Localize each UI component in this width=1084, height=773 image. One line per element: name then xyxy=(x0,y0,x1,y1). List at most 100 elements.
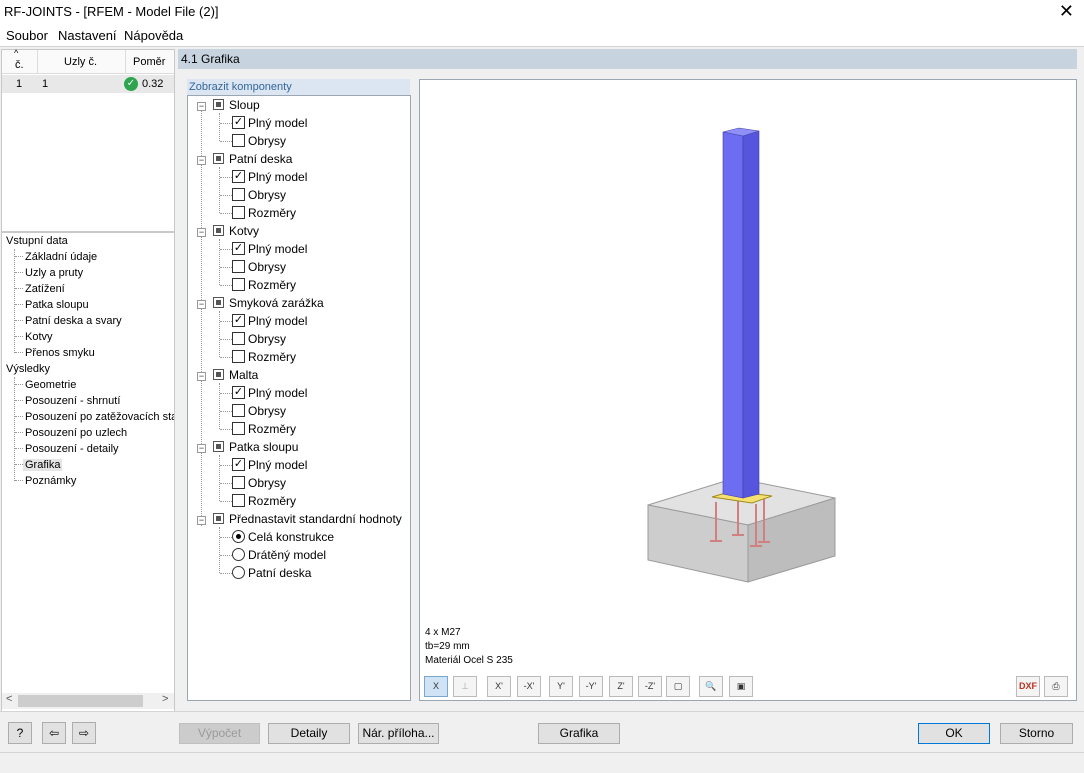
view-iso-button[interactable]: ▢ xyxy=(666,676,690,697)
view-plus-y-button[interactable]: Y' xyxy=(549,676,573,697)
nav-item-posouzeni-shrnuti[interactable]: Posouzení - shrnutí xyxy=(25,395,120,407)
checkbox-malta-plny[interactable]: ✓ xyxy=(232,386,245,399)
tree-branch xyxy=(15,288,23,289)
nav-item-prenos-smyku[interactable]: Přenos smyku xyxy=(25,347,95,359)
view-minus-x-button[interactable]: -X' xyxy=(517,676,541,697)
previous-button[interactable]: ⇦ xyxy=(42,722,66,744)
group-malta[interactable]: Malta xyxy=(229,368,258,384)
label-zarazka-obrysy: Obrysy xyxy=(248,332,287,346)
checkbox-kotvy-rozmery[interactable] xyxy=(232,278,245,291)
collapse-icon[interactable]: − xyxy=(197,372,206,381)
group-preset[interactable]: Přednastavit standardní hodnoty xyxy=(229,512,402,528)
header-no[interactable]: ^ č. xyxy=(2,48,38,74)
ok-button[interactable]: OK xyxy=(918,723,990,744)
nav-item-patka-sloupu[interactable]: Patka sloupu xyxy=(25,299,89,311)
nav-item-posouzeni-stav[interactable]: Posouzení po zatěžovacích stav xyxy=(25,411,174,423)
collapse-icon[interactable]: − xyxy=(197,156,206,165)
view-x-button[interactable]: X xyxy=(424,676,448,697)
checkbox-deska-obrysy[interactable] xyxy=(232,188,245,201)
window-title: RF-JOINTS - [RFEM - Model File (2)] xyxy=(4,4,219,19)
tree-line xyxy=(219,527,220,573)
nav-item-kotvy[interactable]: Kotvy xyxy=(25,331,53,343)
group-tristate-icon[interactable] xyxy=(213,99,224,110)
group-kotvy[interactable]: Kotvy xyxy=(229,224,259,240)
horizontal-scrollbar[interactable]: < > xyxy=(2,693,174,709)
cancel-button[interactable]: Storno xyxy=(1000,723,1073,744)
group-patka-sloupu[interactable]: Patka sloupu xyxy=(229,440,298,456)
nav-item-posouzeni-uzly[interactable]: Posouzení po uzlech xyxy=(25,427,127,439)
view-minus-z-button[interactable]: -Z' xyxy=(638,676,662,697)
tree-branch xyxy=(15,400,23,401)
zoom-button[interactable]: 🔍 xyxy=(699,676,723,697)
label-patni-deska-option: Patní deska xyxy=(248,566,312,580)
checkbox-kotvy-obrysy[interactable] xyxy=(232,260,245,273)
group-smykova-zarazka[interactable]: Smyková zarážka xyxy=(229,296,324,312)
group-tristate-icon[interactable] xyxy=(213,297,224,308)
details-button[interactable]: Detaily xyxy=(268,723,350,744)
collapse-icon[interactable]: − xyxy=(197,228,206,237)
view-disabled-button[interactable]: ⊥ xyxy=(453,676,477,697)
next-button[interactable]: ⇨ xyxy=(72,722,96,744)
checkbox-malta-obrysy[interactable] xyxy=(232,404,245,417)
checkbox-sloup-plny[interactable]: ✓ xyxy=(232,116,245,129)
nav-item-zatizeni[interactable]: Zatížení xyxy=(25,283,65,295)
scroll-left-icon[interactable]: < xyxy=(6,693,12,705)
header-nodes[interactable]: Uzly č. xyxy=(38,50,126,74)
graphics-button[interactable]: Grafika xyxy=(538,723,620,744)
dxf-export-button[interactable]: DXF xyxy=(1016,676,1040,697)
checkbox-patka-obrysy[interactable] xyxy=(232,476,245,489)
group-tristate-icon[interactable] xyxy=(213,369,224,380)
checkbox-zarazka-obrysy[interactable] xyxy=(232,332,245,345)
collapse-icon[interactable]: − xyxy=(197,300,206,309)
group-tristate-icon[interactable] xyxy=(213,225,224,236)
nav-item-uzly-a-pruty[interactable]: Uzly a pruty xyxy=(25,267,83,279)
scroll-right-icon[interactable]: > xyxy=(162,693,168,705)
collapse-icon[interactable]: − xyxy=(197,516,206,525)
checkbox-kotvy-plny[interactable]: ✓ xyxy=(232,242,245,255)
radio-cela-konstrukce[interactable] xyxy=(232,530,245,543)
group-tristate-icon[interactable] xyxy=(213,153,224,164)
nav-item-geometrie[interactable]: Geometrie xyxy=(25,379,76,391)
radio-patni-deska[interactable] xyxy=(232,566,245,579)
nav-item-patni-deska[interactable]: Patní deska a svary xyxy=(25,315,122,327)
checkbox-patka-plny[interactable]: ✓ xyxy=(232,458,245,471)
layers-button[interactable]: ▣ xyxy=(729,676,753,697)
nav-group-input[interactable]: Vstupní data xyxy=(6,235,68,247)
print-button[interactable]: ⎙ xyxy=(1044,676,1068,697)
group-sloup[interactable]: Sloup xyxy=(229,98,260,114)
close-icon[interactable]: ✕ xyxy=(1059,1,1074,22)
checkbox-deska-plny[interactable]: ✓ xyxy=(232,170,245,183)
checkbox-zarazka-plny[interactable]: ✓ xyxy=(232,314,245,327)
graphics-viewport[interactable]: 4 x M27 tb=29 mm Materiál Ocel S 235 X ⊥… xyxy=(419,79,1077,701)
label-patka-obrysy: Obrysy xyxy=(248,476,287,490)
checkbox-sloup-obrysy[interactable] xyxy=(232,134,245,147)
help-button[interactable]: ? xyxy=(8,722,32,744)
nav-group-results[interactable]: Výsledky xyxy=(6,363,50,375)
view-minus-y-button[interactable]: -Y' xyxy=(579,676,603,697)
checkbox-deska-rozmery[interactable] xyxy=(232,206,245,219)
header-ratio[interactable]: Poměr xyxy=(126,50,174,74)
nav-item-zakladni-udaje[interactable]: Základní údaje xyxy=(25,251,97,263)
nav-item-poznamky[interactable]: Poznámky xyxy=(25,475,76,487)
nav-item-posouzeni-detaily[interactable]: Posouzení - detaily xyxy=(25,443,119,455)
nav-item-grafika[interactable]: Grafika xyxy=(23,459,63,471)
menu-nastaveni[interactable]: Nastavení xyxy=(58,28,117,43)
label-malta-rozmery: Rozměry xyxy=(248,422,297,436)
table-row[interactable]: 1 1 ✓ 0.32 xyxy=(2,75,174,93)
checkbox-malta-rozmery[interactable] xyxy=(232,422,245,435)
checkbox-patka-rozmery[interactable] xyxy=(232,494,245,507)
calculate-button[interactable]: Výpočet xyxy=(179,723,260,744)
scroll-thumb[interactable] xyxy=(18,695,143,707)
group-tristate-icon[interactable] xyxy=(213,441,224,452)
checkbox-zarazka-rozmery[interactable] xyxy=(232,350,245,363)
national-annex-button[interactable]: Nár. příloha... xyxy=(358,723,439,744)
view-plus-x-button[interactable]: X' xyxy=(487,676,511,697)
menu-napoveda[interactable]: Nápověda xyxy=(124,28,183,43)
collapse-icon[interactable]: − xyxy=(197,102,206,111)
radio-drateny-model[interactable] xyxy=(232,548,245,561)
view-plus-z-button[interactable]: Z' xyxy=(609,676,633,697)
menu-soubor[interactable]: Soubor xyxy=(6,28,48,43)
group-patni-deska[interactable]: Patní deska xyxy=(229,152,292,168)
collapse-icon[interactable]: − xyxy=(197,444,206,453)
group-tristate-icon[interactable] xyxy=(213,513,224,524)
